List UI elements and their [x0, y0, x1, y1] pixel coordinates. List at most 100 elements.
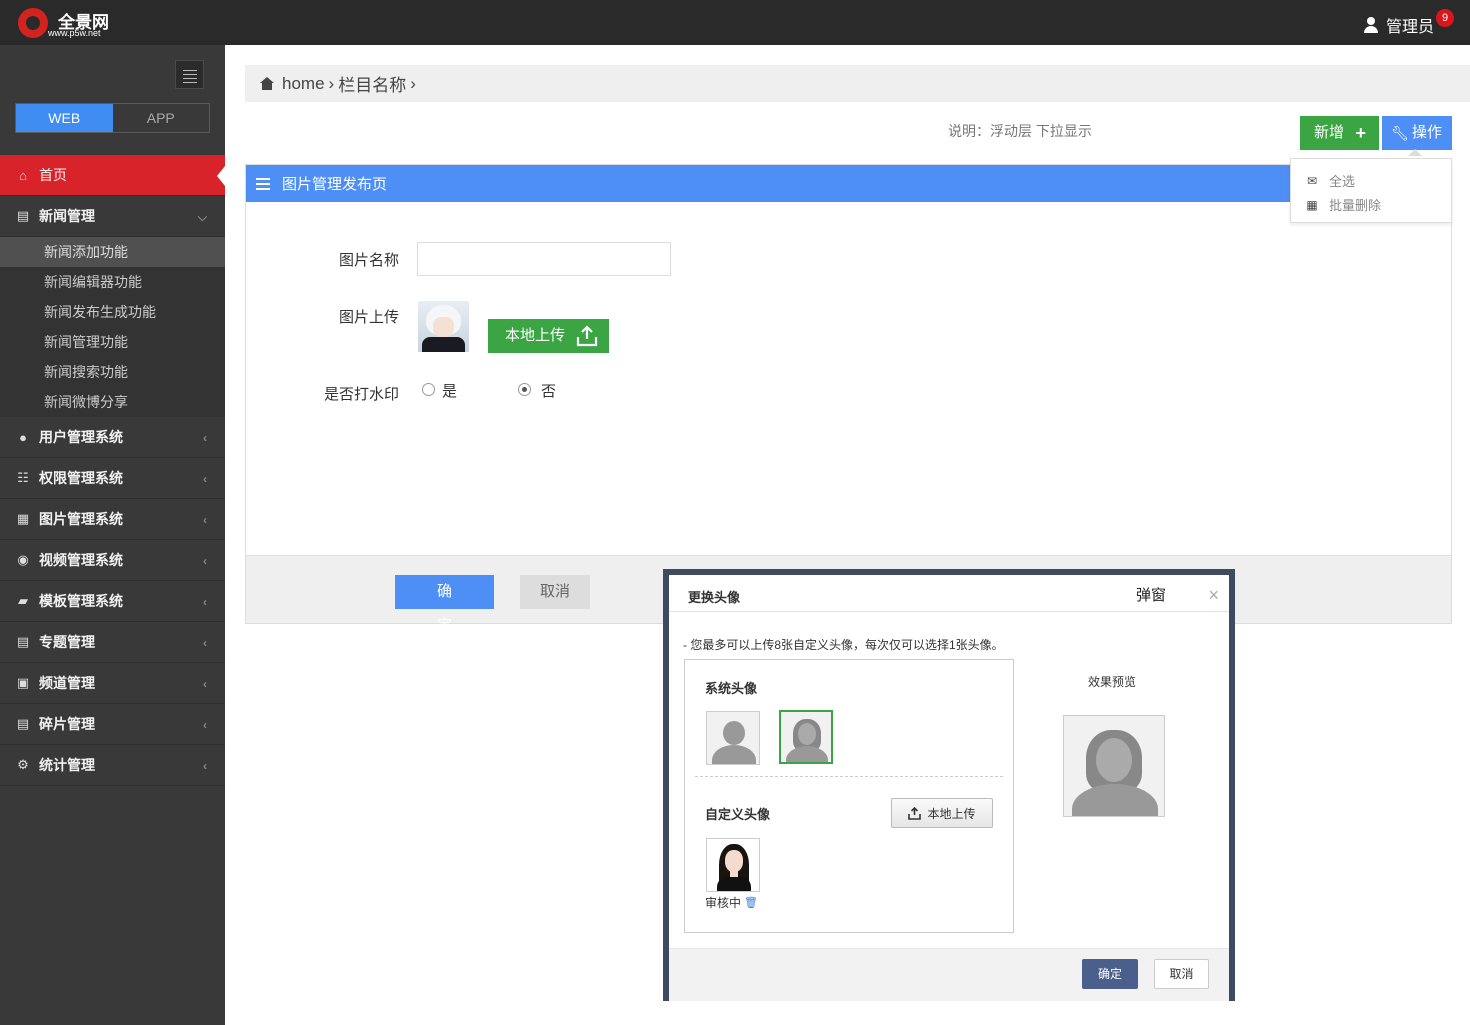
watermark-yes-radio[interactable]	[422, 383, 435, 396]
image-name-input[interactable]	[417, 242, 671, 276]
sidebar-item-video[interactable]: ◉ 视频管理系统 ‹	[0, 540, 225, 581]
switch-app[interactable]: APP	[112, 104, 209, 132]
list-icon	[256, 177, 270, 190]
sidebar-item-home[interactable]: ⌂ 首页	[0, 155, 225, 196]
uploaded-image-thumbnail	[418, 301, 469, 352]
image-name-label: 图片名称	[339, 252, 400, 269]
modal-cancel-button[interactable]: 取消	[1154, 959, 1209, 989]
avatar-selection-box: 系统头像 自定义头像 本地上传 审核中 🗑︎	[684, 659, 1014, 933]
operation-button[interactable]: 🔧︎ 操作	[1382, 116, 1452, 150]
modal-title: 更换头像	[688, 590, 741, 605]
toolbar-note: 说明：浮动层 下拉显示	[948, 123, 1092, 139]
file-icon: ▤	[16, 208, 30, 223]
submenu-item-news-weibo[interactable]: 新闻微博分享	[0, 387, 225, 417]
system-avatar-label: 系统头像	[705, 681, 758, 696]
gears-icon: ⚙	[17, 757, 29, 772]
sidebar-item-label: 视频管理系统	[39, 552, 123, 568]
local-upload-button[interactable]: 本地上传	[488, 319, 609, 353]
admin-menu[interactable]: 管理员	[1363, 13, 1434, 37]
file-icon: ▤	[16, 716, 30, 731]
sidebar-item-channels[interactable]: ▣ 频道管理 ‹	[0, 663, 225, 704]
platform-switch: WEB APP	[15, 103, 210, 133]
sidebar-item-fragments[interactable]: ▤ 碎片管理 ‹	[0, 704, 225, 745]
folder-open-icon: ▰	[18, 593, 28, 608]
system-avatar-female[interactable]	[779, 710, 833, 764]
watermark-yes-label[interactable]: 是	[442, 380, 457, 401]
modal-footer: 确定 取消	[669, 948, 1229, 1001]
submenu-item-news-manage[interactable]: 新闻管理功能	[0, 327, 225, 357]
admin-label: 管理员	[1385, 19, 1434, 36]
submenu-item-news-publish[interactable]: 新闻发布生成功能	[0, 297, 225, 327]
change-avatar-modal: 更换头像 弹窗 × - 您最多可以上传8张自定义头像，每次仅可以选择1张头像。 …	[663, 569, 1235, 1001]
chevron-left-icon: ‹	[203, 472, 207, 486]
dropdown-item-select-all[interactable]: ✉ 全选	[1305, 171, 1355, 190]
submenu-item-news-add[interactable]: 新闻添加功能	[0, 237, 225, 267]
dropdown-item-label: 全选	[1329, 174, 1356, 189]
modal-confirm-button[interactable]: 确定	[1082, 959, 1138, 989]
switch-web[interactable]: WEB	[16, 104, 113, 132]
gift-icon: ▣	[16, 675, 30, 690]
breadcrumb-separator: ›	[328, 73, 335, 93]
modal-header: 更换头像 弹窗 ×	[669, 575, 1229, 612]
chevron-left-icon: ‹	[203, 513, 207, 527]
avatar-local-upload-button[interactable]: 本地上传	[891, 798, 993, 828]
system-avatar-male[interactable]	[706, 711, 760, 765]
confirm-button[interactable]: 确 定	[395, 575, 494, 634]
menu-toggle-icon[interactable]	[175, 60, 204, 89]
map-marker-icon: ◉	[17, 552, 29, 567]
watermark-no-radio[interactable]	[518, 383, 531, 396]
modal-tip: - 您最多可以上传8张自定义头像，每次仅可以选择1张头像。	[683, 638, 1004, 652]
wrench-icon: 🔧︎	[1391, 125, 1409, 141]
custom-avatar-label: 自定义头像	[705, 807, 771, 822]
sidebar-item-label: 图片管理系统	[39, 511, 123, 527]
sidebar-item-label: 模板管理系统	[39, 593, 123, 609]
sidebar-item-users[interactable]: ● 用户管理系统 ‹	[0, 417, 225, 458]
dropdown-arrow	[1408, 149, 1422, 156]
sidebar-item-label: 专题管理	[39, 634, 95, 650]
sidebar-item-label: 权限管理系统	[39, 470, 123, 486]
logo[interactable]: 全景网 www.p5w.net	[18, 6, 128, 40]
dropdown-item-label: 批量删除	[1329, 198, 1382, 213]
grid-icon: ▦	[16, 511, 30, 526]
sidebar-item-news[interactable]: ▤ 新闻管理 ⌵	[0, 196, 225, 237]
chevron-left-icon: ‹	[203, 636, 207, 650]
image-upload-label: 图片上传	[339, 309, 400, 326]
custom-avatar-photo[interactable]	[706, 838, 760, 892]
logo-url: www.p5w.net	[48, 28, 101, 38]
close-icon[interactable]: ×	[1208, 586, 1219, 604]
watermark-no-label[interactable]: 否	[541, 380, 556, 401]
sidebar-item-label: 首页	[39, 167, 67, 183]
breadcrumb: home › 栏目名称 ›	[245, 65, 1470, 102]
breadcrumb-section[interactable]: 栏目名称	[338, 71, 406, 96]
sidebar-item-label: 用户管理系统	[39, 429, 123, 445]
file-icon: ▤	[16, 634, 30, 649]
sidebar-item-label: 频道管理	[39, 675, 95, 691]
notification-badge[interactable]: 9	[1436, 9, 1454, 27]
sidebar-item-label: 碎片管理	[39, 716, 95, 732]
user-icon: ●	[19, 429, 27, 445]
calendar-icon: ▦	[1306, 197, 1318, 212]
submenu-item-news-editor[interactable]: 新闻编辑器功能	[0, 267, 225, 297]
news-submenu: 新闻添加功能 新闻编辑器功能 新闻发布生成功能 新闻管理功能 新闻搜索功能 新闻…	[0, 237, 225, 417]
home-icon	[260, 77, 274, 90]
home-icon: ⌂	[19, 167, 27, 183]
dropdown-item-batch-delete[interactable]: ▦ 批量删除	[1305, 195, 1381, 214]
sidebar-item-images[interactable]: ▦ 图片管理系统 ‹	[0, 499, 225, 540]
chevron-left-icon: ‹	[203, 554, 207, 568]
submenu-item-news-search[interactable]: 新闻搜索功能	[0, 357, 225, 387]
breadcrumb-home[interactable]: home	[282, 74, 325, 94]
chevron-left-icon: ‹	[203, 595, 207, 609]
sidebar-item-permissions[interactable]: ☷ 权限管理系统 ‹	[0, 458, 225, 499]
trash-icon[interactable]: 🗑︎	[744, 896, 758, 909]
sidebar-item-stats[interactable]: ⚙ 统计管理 ‹	[0, 745, 225, 786]
sidebar-item-templates[interactable]: ▰ 模板管理系统 ‹	[0, 581, 225, 622]
add-button[interactable]: 新增 +	[1300, 116, 1379, 150]
upload-icon	[908, 806, 922, 820]
chevron-left-icon: ‹	[203, 677, 207, 691]
cancel-button[interactable]: 取消	[520, 575, 590, 609]
upload-icon	[576, 325, 598, 347]
local-upload-label: 本地上传	[505, 327, 566, 344]
add-button-label: 新增	[1314, 124, 1345, 141]
panel-title: 图片管理发布页	[282, 176, 388, 193]
sidebar-item-topics[interactable]: ▤ 专题管理 ‹	[0, 622, 225, 663]
